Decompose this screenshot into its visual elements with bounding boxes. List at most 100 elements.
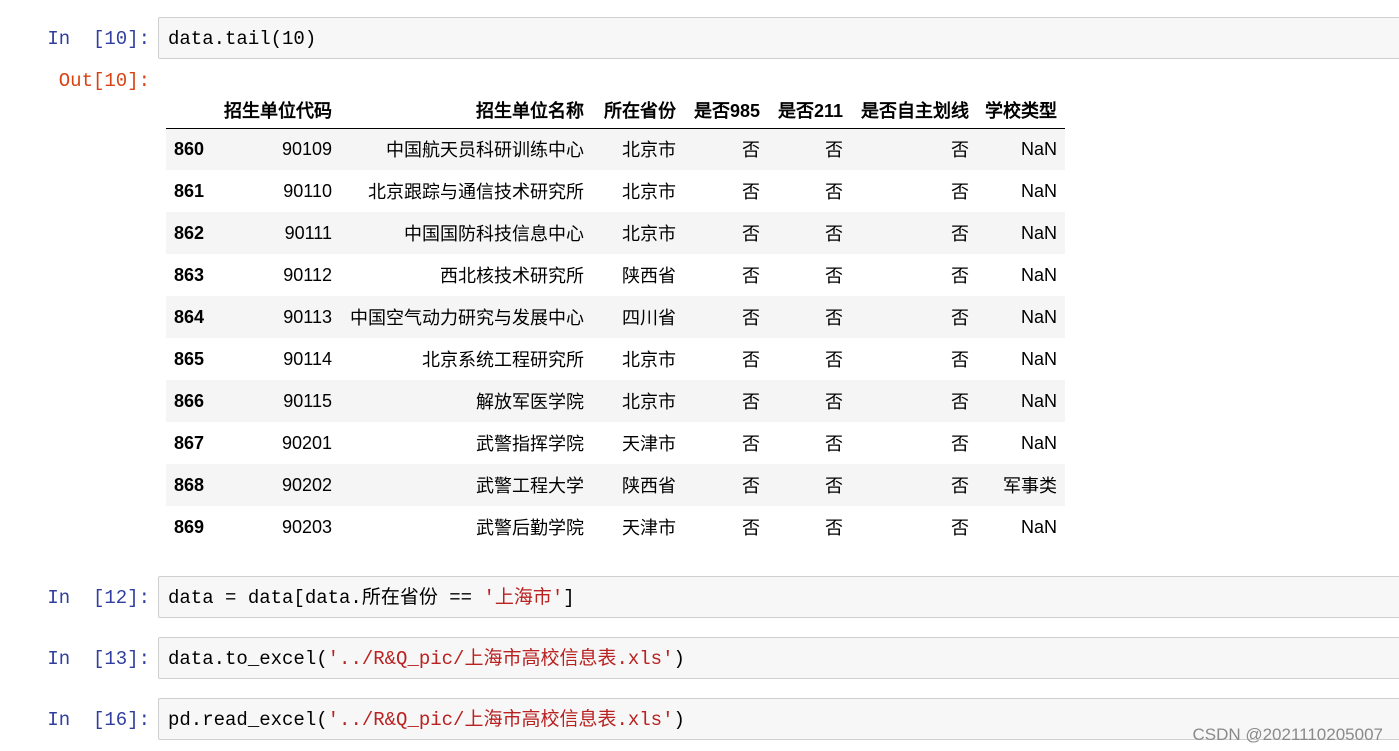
table-cell: 北京系统工程研究所 xyxy=(422,350,584,370)
table-cell: 中国空气动力研究与发展中心 xyxy=(350,308,584,328)
table-cell: 天津市 xyxy=(622,518,676,538)
code-cell-input[interactable]: data.tail(10) xyxy=(158,17,1399,59)
column-header: 所在省份 xyxy=(592,92,684,129)
table-cell: NaN xyxy=(1020,222,1057,243)
table-cell: NaN xyxy=(1020,306,1057,327)
table-cell: NaN xyxy=(1020,390,1057,411)
table-cell: 否 xyxy=(825,140,843,161)
table-header-row: 招生单位代码 招生单位名称 所在省份 是否985 是否211 是否自主划线 学校… xyxy=(166,92,1065,129)
table-cell: 北京市 xyxy=(622,182,676,202)
table-cell: 中国国防科技信息中心 xyxy=(404,224,584,244)
table-cell: 否 xyxy=(951,140,969,161)
table-cell: NaN xyxy=(1020,180,1057,201)
code-prefix: pd.read_excel( xyxy=(168,709,328,731)
table-cell: 否 xyxy=(951,476,969,496)
code-suffix: ) xyxy=(673,648,685,670)
table-cell: 否 xyxy=(825,224,843,244)
table-cell: 否 xyxy=(951,266,969,286)
code-text: data.to_excel('../R&Q_pic/上海市高校信息表.xls') xyxy=(168,647,685,671)
row-index: 865 xyxy=(174,348,205,369)
table-cell: 北京市 xyxy=(622,350,676,370)
table-cell: 否 xyxy=(742,182,760,202)
table-cell: 90202 xyxy=(281,474,332,495)
code-prefix: data = data[data.所在省份 == xyxy=(168,587,484,609)
table-cell: 武警后勤学院 xyxy=(476,518,584,538)
table-cell: 否 xyxy=(951,182,969,202)
table-cell: 否 xyxy=(951,518,969,538)
cell-prompt: In [12]: xyxy=(47,587,150,609)
table-row: 862 90111 中国国防科技信息中心 北京市 否 否 否 NaN xyxy=(166,212,1065,254)
table-cell: 90111 xyxy=(284,222,332,243)
table-cell: 否 xyxy=(825,266,843,286)
cell-prompt: In [13]: xyxy=(47,648,150,670)
row-index: 864 xyxy=(174,306,205,327)
table-cell: 90115 xyxy=(283,390,332,411)
table-cell: NaN xyxy=(1020,348,1057,369)
code-text: data.tail(10) xyxy=(168,28,317,50)
table-cell: 天津市 xyxy=(622,434,676,454)
table-cell: 军事类 xyxy=(1003,476,1057,496)
table-cell: 否 xyxy=(742,224,760,244)
table-cell: 陕西省 xyxy=(622,266,676,286)
table-cell: 西北核技术研究所 xyxy=(440,266,584,286)
row-index: 866 xyxy=(174,390,205,411)
table-cell: 否 xyxy=(825,392,843,412)
table-row: 867 90201 武警指挥学院 天津市 否 否 否 NaN xyxy=(166,422,1065,464)
table-cell: 否 xyxy=(951,392,969,412)
table-cell: 90110 xyxy=(283,180,332,201)
column-header: 招生单位代码 xyxy=(215,92,340,129)
table-cell: 否 xyxy=(742,350,760,370)
row-index: 867 xyxy=(174,432,205,453)
table-cell: 90203 xyxy=(281,516,332,537)
table-cell: 否 xyxy=(825,476,843,496)
table-cell: 否 xyxy=(951,434,969,454)
table-cell: 否 xyxy=(825,518,843,538)
code-text: pd.read_excel('../R&Q_pic/上海市高校信息表.xls') xyxy=(168,708,685,732)
table-cell: 否 xyxy=(742,476,760,496)
row-index: 869 xyxy=(174,516,205,537)
table-cell: 中国航天员科研训练中心 xyxy=(386,140,584,161)
dataframe-table: 招生单位代码 招生单位名称 所在省份 是否985 是否211 是否自主划线 学校… xyxy=(166,92,1065,548)
table-cell: 90201 xyxy=(281,432,332,453)
table-cell: 否 xyxy=(742,308,760,328)
table-cell: 四川省 xyxy=(622,308,676,328)
table-cell: 北京市 xyxy=(622,224,676,244)
table-cell: NaN xyxy=(1020,138,1057,159)
table-row: 863 90112 西北核技术研究所 陕西省 否 否 否 NaN xyxy=(166,254,1065,296)
table-cell: NaN xyxy=(1020,432,1057,453)
code-string: '../R&Q_pic/上海市高校信息表.xls' xyxy=(327,648,674,670)
output-prompt: Out[10]: xyxy=(58,70,150,92)
table-cell: 否 xyxy=(951,350,969,370)
table-row: 860 90109 中国航天员科研训练中心 北京市 否 否 否 NaN xyxy=(166,128,1065,170)
index-header xyxy=(166,92,215,129)
column-header: 是否985 xyxy=(684,92,768,129)
table-cell: 陕西省 xyxy=(622,476,676,496)
code-cell-input[interactable]: data = data[data.所在省份 == '上海市'] xyxy=(158,576,1399,618)
code-cell-input[interactable]: data.to_excel('../R&Q_pic/上海市高校信息表.xls') xyxy=(158,637,1399,679)
table-cell: 否 xyxy=(951,224,969,244)
cell-prompt: In [16]: xyxy=(47,709,150,731)
table-row: 861 90110 北京跟踪与通信技术研究所 北京市 否 否 否 NaN xyxy=(166,170,1065,212)
code-string: '../R&Q_pic/上海市高校信息表.xls' xyxy=(327,709,674,731)
row-index: 868 xyxy=(174,474,205,495)
row-index: 860 xyxy=(174,138,205,159)
row-index: 863 xyxy=(174,264,205,285)
table-cell: 否 xyxy=(742,392,760,412)
table-row: 868 90202 武警工程大学 陕西省 否 否 否 军事类 xyxy=(166,464,1065,506)
table-cell: 否 xyxy=(742,518,760,538)
table-cell: 解放军医学院 xyxy=(476,392,584,412)
table-cell: NaN xyxy=(1020,264,1057,285)
table-cell: 否 xyxy=(825,182,843,202)
table-cell: 否 xyxy=(825,308,843,328)
table-cell: 90114 xyxy=(283,348,332,369)
table-cell: 90109 xyxy=(281,138,332,159)
table-cell: 北京跟踪与通信技术研究所 xyxy=(368,182,584,202)
table-row: 864 90113 中国空气动力研究与发展中心 四川省 否 否 否 NaN xyxy=(166,296,1065,338)
watermark: CSDN @2021110205007 xyxy=(1192,725,1383,744)
row-index: 861 xyxy=(174,180,205,201)
table-cell: NaN xyxy=(1020,516,1057,537)
cell-prompt: In [10]: xyxy=(47,28,150,50)
table-cell: 否 xyxy=(825,434,843,454)
table-cell: 90113 xyxy=(283,306,332,327)
table-cell: 北京市 xyxy=(622,140,676,161)
